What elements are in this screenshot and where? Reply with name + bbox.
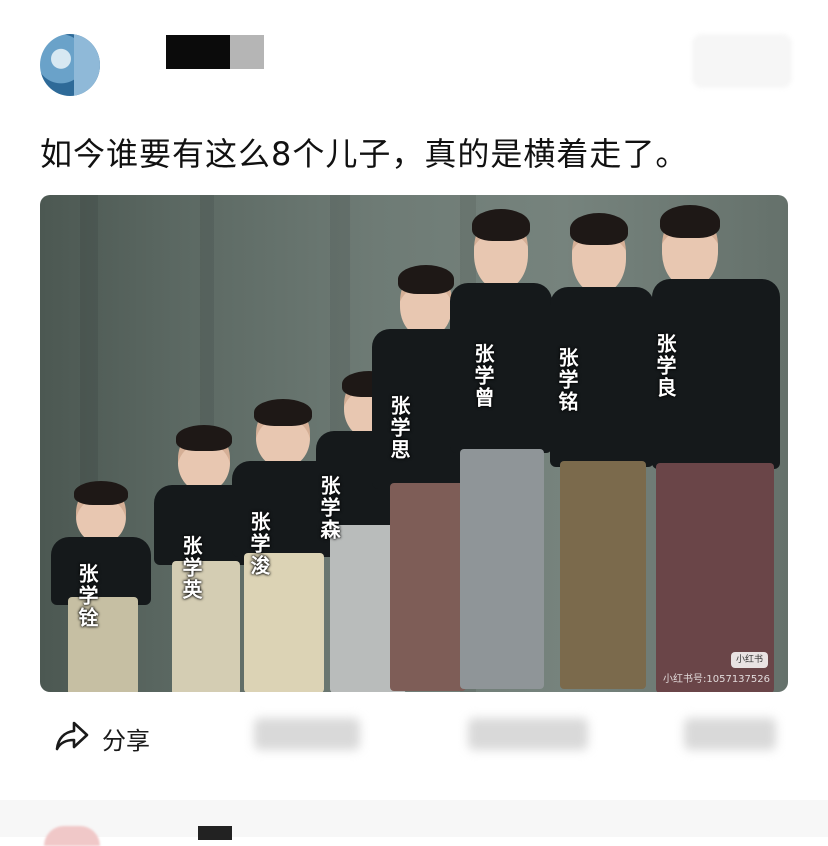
watermark-badge: 小红书 <box>730 652 768 668</box>
name-label: 张学浚 <box>247 511 271 577</box>
name-label: 张学英 <box>179 535 203 601</box>
name-label: 张学森 <box>317 475 341 541</box>
next-post-username-redacted[interactable] <box>198 826 232 840</box>
post-text: 如今谁要有这么8个儿子，真的是横着走了。 <box>40 135 689 173</box>
share-arrow-icon <box>54 720 90 756</box>
next-post-avatar[interactable] <box>44 826 100 846</box>
child-figure-8: 张学良 <box>652 205 782 692</box>
reaction-button-blurred[interactable] <box>684 718 776 750</box>
comment-button-blurred[interactable] <box>254 718 360 750</box>
child-figure-1: 张学铨 <box>46 481 156 692</box>
share-label: 分享 <box>102 726 150 755</box>
child-figure-7: 张学铭 <box>550 213 658 689</box>
name-label: 张学曾 <box>471 343 495 409</box>
feed-divider <box>0 800 828 837</box>
child-figure-6: 张学曾 <box>450 209 554 692</box>
name-label: 张学思 <box>387 395 411 461</box>
post-photo[interactable]: 张学铨 张学英 张学浚 张学森 张学思 张学曾 张学铭 张学良 小红书 小红书号… <box>40 195 788 692</box>
share-button[interactable]: 分享 <box>54 716 150 760</box>
username-redacted[interactable] <box>166 35 264 69</box>
name-label: 张学铭 <box>555 347 579 413</box>
name-label: 张学良 <box>653 333 677 399</box>
follow-button-blurred[interactable] <box>692 34 792 88</box>
name-label: 张学铨 <box>75 563 99 629</box>
like-button-blurred[interactable] <box>468 718 588 750</box>
watermark-text: 小红书号:1057137526 <box>663 674 770 685</box>
user-avatar[interactable] <box>40 34 100 96</box>
